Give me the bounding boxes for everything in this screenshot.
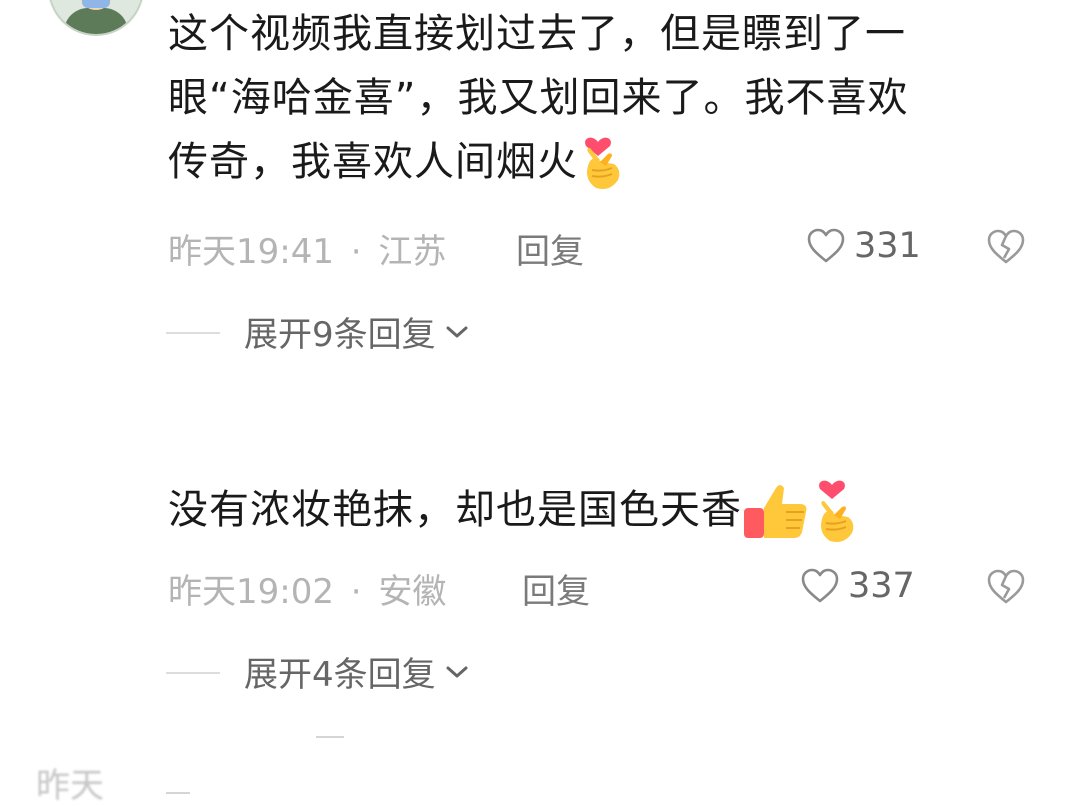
comment-text-line: 眼“海哈金喜”，我又划回来了。我不喜欢 (168, 75, 909, 121)
finger-heart-emoji-icon (585, 137, 620, 189)
comment-location: 江苏 (378, 232, 447, 272)
comment-text-line-last: 没有浓妆艳抹，却也是国色天香 (168, 478, 1028, 545)
meta-separator: · (350, 572, 362, 612)
like-button[interactable]: 337 (800, 566, 915, 606)
avatar-coat (64, 8, 128, 34)
comment-text: 没有浓妆艳抹，却也是国色天香 (168, 478, 1028, 545)
expand-replies-button[interactable]: 展开4条回复 (244, 647, 470, 696)
avatar-mask (82, 0, 110, 8)
expand-divider (166, 332, 220, 334)
reply-button[interactable]: 回复 (522, 564, 590, 613)
like-count: 337 (848, 566, 915, 606)
meta-separator: · (350, 232, 362, 272)
comment-text-line-last: 传奇，我喜欢人间烟火 (168, 130, 1028, 194)
faded-divider (316, 736, 344, 738)
heart-outline-icon (801, 568, 839, 603)
like-count: 331 (854, 226, 921, 266)
dislike-heart-icon[interactable] (986, 568, 1026, 606)
comment-text-line: 没有浓妆艳抹，却也是国色天香 (168, 487, 742, 533)
comment-time: 昨天19:41 (168, 232, 334, 272)
partial-comment-time: 昨天 (36, 766, 104, 806)
chevron-down-icon (446, 326, 468, 337)
comment-meta: 昨天19:41 · 江苏 (168, 224, 446, 273)
chevron-down-icon (446, 666, 468, 677)
heart-outline-icon (807, 228, 845, 263)
expand-replies-label: 展开9条回复 (244, 315, 436, 355)
faded-divider (166, 792, 190, 794)
thumbs-up-emoji-icon (744, 485, 807, 538)
comment-text: 这个视频我直接划过去了，但是瞟到了一 眼“海哈金喜”，我又划回来了。我不喜欢 传… (168, 2, 1028, 194)
expand-replies-label: 展开4条回复 (244, 655, 436, 695)
avatar[interactable] (48, 0, 144, 36)
expand-divider (166, 672, 220, 674)
dislike-heart-icon[interactable] (986, 228, 1026, 266)
like-button[interactable]: 331 (806, 226, 921, 266)
comment-text-line: 这个视频我直接划过去了，但是瞟到了一 (168, 11, 906, 57)
comment-text-line: 传奇，我喜欢人间烟火 (168, 139, 578, 185)
finger-heart-emoji-icon (819, 480, 854, 542)
expand-replies-button[interactable]: 展开9条回复 (244, 307, 470, 356)
comment-meta: 昨天19:02 · 安徽 (168, 564, 446, 613)
reply-button[interactable]: 回复 (516, 224, 584, 273)
comment-time: 昨天19:02 (168, 572, 334, 612)
comment-location: 安徽 (378, 572, 447, 612)
